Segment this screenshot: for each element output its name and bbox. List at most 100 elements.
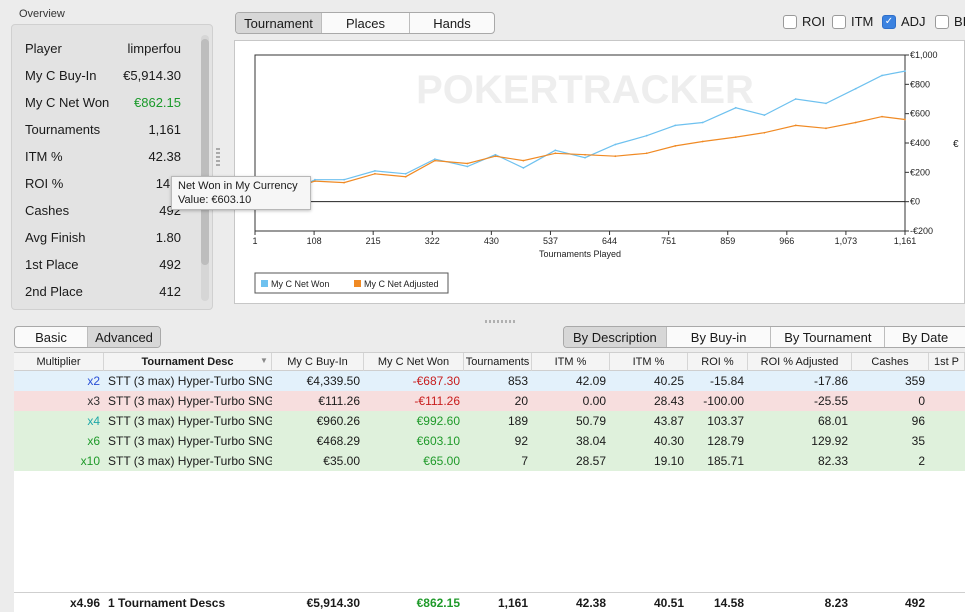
overview-label: Tournaments <box>25 121 101 137</box>
overview-value: 412 <box>159 283 181 299</box>
table-row[interactable]: x4 STT (3 max) Hyper-Turbo SNG l €960.26 €9… <box>14 411 965 431</box>
tab-by-date[interactable]: By Date <box>884 327 965 347</box>
total-cell: 42.38 <box>575 596 606 610</box>
checkbox-adj[interactable]: ✓ ADJ <box>882 14 926 29</box>
column-header[interactable]: ROI % <box>688 353 748 371</box>
series-point <box>494 155 497 158</box>
overview-row: ITM % 42.38 <box>25 146 181 166</box>
table-row[interactable]: x3 STT (3 max) Hyper-Turbo SNG l €111.26 -€… <box>14 391 965 411</box>
checkmark-icon[interactable]: ✓ <box>882 14 896 29</box>
checkbox-bi[interactable]: BI <box>935 14 965 29</box>
column-header[interactable]: Multiplier <box>14 353 104 371</box>
y-tick-label: €0 <box>910 197 920 207</box>
x-tick-label: 1,161 <box>894 236 917 246</box>
series-point <box>404 172 407 175</box>
series-point <box>343 181 345 184</box>
tab-hands[interactable]: Hands <box>409 13 494 33</box>
table-cell: -17.86 <box>813 374 848 388</box>
table-cell: x4 <box>87 414 100 428</box>
checkbox-label: ROI <box>802 14 826 29</box>
table-cell: 129.92 <box>811 434 848 448</box>
checkbox-box-icon[interactable] <box>783 14 797 29</box>
overview-value: 42.38 <box>148 148 181 164</box>
table-cell: x10 <box>80 454 100 468</box>
series-point <box>674 145 677 147</box>
overview-row: 2nd Place 412 <box>25 281 181 301</box>
table-cell: 96 <box>911 414 925 428</box>
total-cell: x4.96 <box>69 596 100 610</box>
table-cell: €111.26 <box>318 394 360 408</box>
table-cell: -€687.30 <box>412 374 460 388</box>
total-cell: 14.58 <box>713 596 744 610</box>
overview-row: ROI % 14.5 <box>25 173 181 193</box>
series-point <box>584 153 586 156</box>
series-point <box>614 155 617 158</box>
tab-by-description[interactable]: By Description <box>564 327 666 347</box>
series-point <box>881 115 883 118</box>
splitter-grip-icon[interactable] <box>216 148 220 168</box>
overview-panel: Player limperfou My C Buy-In €5,914.30 My C … <box>11 24 213 310</box>
column-header[interactable]: Cashes <box>852 353 929 371</box>
panel-splitter-icon[interactable] <box>485 320 515 323</box>
table-cell: 189 <box>507 414 528 428</box>
overview-label: 1st Place <box>25 256 79 272</box>
column-header[interactable]: Tournament Desc <box>104 353 272 371</box>
column-header[interactable]: 1st P <box>929 353 965 371</box>
legend-swatch <box>354 280 361 287</box>
y-tick-label: -€200 <box>910 226 933 236</box>
total-cell: €862.15 <box>416 596 460 610</box>
checkbox-roi[interactable]: ROI <box>783 14 825 29</box>
series-point <box>614 143 617 146</box>
y-tick-label: €800 <box>910 79 930 89</box>
column-header[interactable]: ITM % <box>532 353 610 371</box>
overview-title: Overview <box>19 8 65 20</box>
tooltip-title: Net Won in My Currency <box>178 180 298 192</box>
total-cell: 8.23 <box>824 596 848 610</box>
series-point <box>854 87 857 90</box>
series-point <box>314 180 316 183</box>
overview-scroll-thumb[interactable] <box>201 39 209 265</box>
table-cell: 35 <box>911 434 925 448</box>
y-tick-label: €400 <box>910 138 930 148</box>
graph-type-tabs: Tournament Places Hands <box>235 12 495 34</box>
tab-by-buy-in[interactable]: By Buy-in <box>665 327 771 347</box>
overview-scrollbar[interactable] <box>201 35 209 301</box>
table-cell: 43.87 <box>653 414 684 428</box>
tab-advanced[interactable]: Advanced <box>87 327 160 347</box>
checkbox-label: ITM <box>851 14 874 29</box>
overview-label: Player <box>25 40 62 56</box>
checkbox-box-icon[interactable] <box>832 14 846 29</box>
column-header[interactable]: My C Buy-In <box>272 353 364 371</box>
table-cell: 128.79 <box>707 434 744 448</box>
column-header[interactable]: Tournaments <box>464 353 532 371</box>
x-tick-label: 1 <box>252 236 257 246</box>
column-header[interactable]: ITM % <box>610 353 688 371</box>
table-row[interactable]: x10 STT (3 max) Hyper-Turbo SNG l €35.00 €6… <box>14 451 965 471</box>
checkbox-itm[interactable]: ITM <box>832 14 873 29</box>
sort-chevron-down-icon[interactable]: ▼ <box>260 356 268 365</box>
overview-value: 492 <box>159 256 181 272</box>
table-cell: €960.26 <box>316 414 360 428</box>
series-point <box>734 106 737 109</box>
table-cell: €992.60 <box>416 414 460 428</box>
tab-tournament[interactable]: Tournament <box>236 13 321 33</box>
table-cell: STT (3 max) Hyper-Turbo SNG l <box>108 394 272 408</box>
table-row[interactable]: x6 STT (3 max) Hyper-Turbo SNG l €468.29 €6… <box>14 431 965 451</box>
checkbox-box-icon[interactable] <box>935 14 949 29</box>
overview-label: My C Net Won <box>25 94 110 110</box>
tab-by-tournament[interactable]: By Tournament <box>770 327 884 347</box>
series-point <box>404 175 407 178</box>
table-cell: 103.37 <box>707 414 744 428</box>
table-row[interactable]: x2 STT (3 max) Hyper-Turbo SNG l €4,339.50… <box>14 371 965 391</box>
series-point <box>343 178 345 181</box>
tab-places[interactable]: Places <box>321 13 409 33</box>
series-point <box>904 118 906 121</box>
column-header[interactable]: My C Net Won <box>364 353 464 371</box>
overview-value: 1.80 <box>155 229 181 245</box>
checkbox-label: ADJ <box>901 14 926 29</box>
column-header[interactable]: ROI % Adjusted <box>748 353 852 371</box>
series-point <box>881 74 883 77</box>
table-cell: 19.10 <box>653 454 684 468</box>
tab-basic[interactable]: Basic <box>15 327 87 347</box>
overview-value: €5,914.30 <box>123 67 181 83</box>
